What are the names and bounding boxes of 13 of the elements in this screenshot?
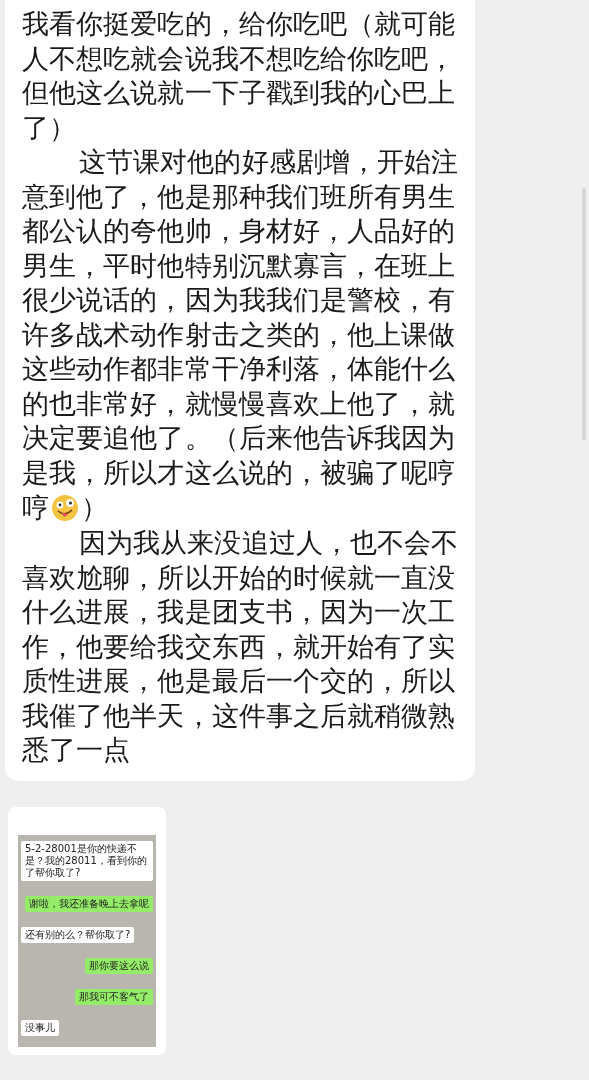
chat-bubble: 谢啦，我还准备晚上去拿呢 xyxy=(25,895,153,912)
chat-bubble: 没事儿 xyxy=(21,1020,59,1037)
message-text: 哼 xyxy=(22,491,49,525)
chat-bubble: 5-2-28001是你的快递不是？我的28011，看到你的了帮你取了? xyxy=(21,840,153,881)
message-text: 这节课对他的好感剧增，开始注意到他了，他是那种我们班所有男生都公认的夸他帅，身材好，人品好的男生，平时他特别沉默寡言，在班上很少说话的，因为我我们是警校，有许多战术动作射击之类的，他上课做这些动作都非常干净利落，体能什么的也非常好，就慢慢喜欢上他了，就决定要追他了。（后来他告诉我因为是我，所以才这么说的，被骗了呢哼 xyxy=(22,146,459,488)
chat-bubble: 那我可不客气了 xyxy=(75,989,153,1006)
message-text: 我看你挺爱吃的，给你吃吧（就可能人不想吃就会说我不想吃给你吃吧，但他这么说就一下子戳到我的心巴上了） xyxy=(22,8,456,143)
message-text: ） xyxy=(81,491,108,525)
chat-bubble: 还有别的么？帮你取了? xyxy=(21,926,135,943)
crazy-face-emoji-icon xyxy=(51,494,79,522)
chat-bubble: 那你要这么说 xyxy=(85,958,153,975)
message-text: 因为我从来没追过人，也不会不喜欢尬聊，所以开始的时候就一直没什么进展，我是团支书，因为一次工作，他要给我交东西，就开始有了实质性进展，他是最后一个交的，所以我催了他半天，这件事之后就稍微熟悉了一点 xyxy=(22,527,459,765)
image-message[interactable]: 5-2-28001是你的快递不是？我的28011，看到你的了帮你取了? 谢啦，我还准备晚上去拿呢 还有别的么？帮你取了? 那你要这么说 那我可不客气了 没事儿 xyxy=(8,806,166,1055)
